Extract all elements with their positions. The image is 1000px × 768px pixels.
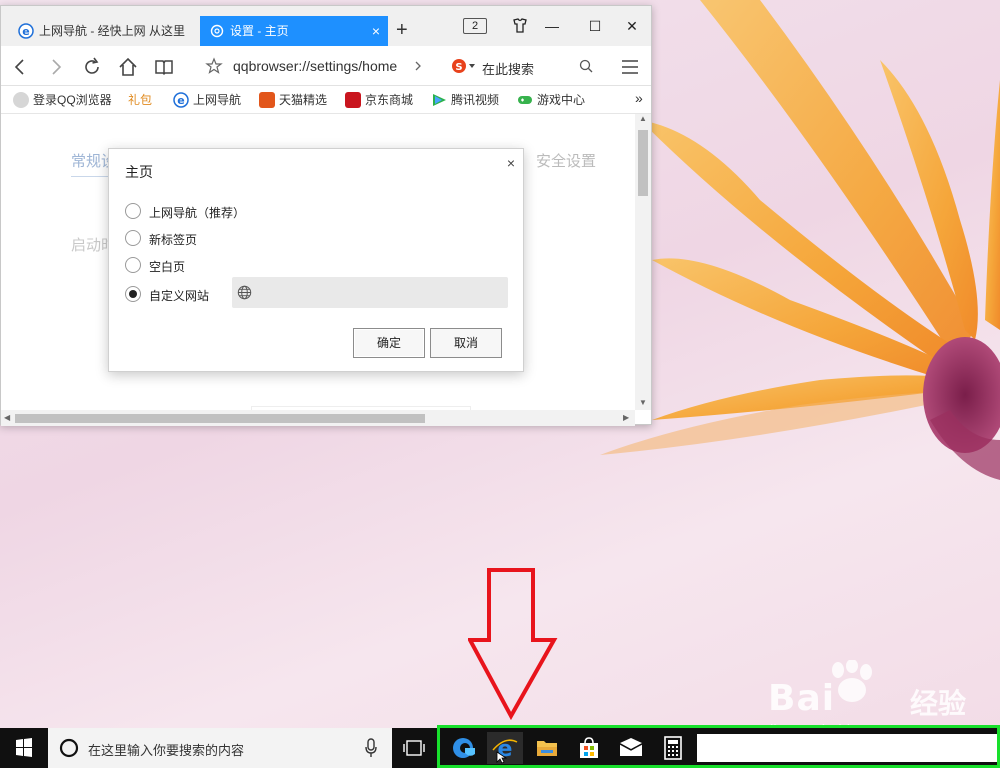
svg-text:e: e <box>22 25 29 38</box>
horizontal-scrollbar[interactable]: ◀ ▶ <box>1 410 635 426</box>
jd-icon <box>345 92 361 108</box>
ie-logo-icon: e <box>173 92 189 108</box>
homepage-dialog: 主页 × 上网导航（推荐） 新标签页 空白页 自定义网站 确定 取消 <box>108 148 524 372</box>
tab-security-settings[interactable]: 安全设置 <box>536 150 596 171</box>
star-icon[interactable] <box>205 57 223 75</box>
skin-icon[interactable] <box>509 16 531 36</box>
more-bookmarks-button[interactable]: » <box>615 90 643 106</box>
address-bar[interactable]: qqbrowser://settings/home <box>199 54 439 78</box>
chevron-right-icon[interactable] <box>413 60 423 72</box>
highlight-box <box>437 725 1000 768</box>
home-icon[interactable] <box>117 56 139 78</box>
radio-button[interactable] <box>125 230 141 246</box>
tab-close-icon[interactable]: × <box>372 16 380 46</box>
globe-icon <box>237 285 252 300</box>
task-view-icon[interactable] <box>400 736 428 760</box>
option-label: 新标签页 <box>149 233 198 247</box>
dialog-title: 主页 <box>125 164 153 180</box>
svg-text:e: e <box>177 94 184 107</box>
bookmarks-bar: 登录QQ浏览器 礼包 e 上网导航 天猫精选 京东商城 腾讯视频 游戏中心 » <box>1 86 651 114</box>
gamepad-icon <box>518 96 532 104</box>
annotation-arrow <box>468 568 558 720</box>
ie-logo-icon: e <box>18 23 34 39</box>
tab-settings[interactable]: 设置 - 主页 × <box>200 16 388 46</box>
radio-button[interactable] <box>125 257 141 273</box>
custom-url-input[interactable] <box>232 277 508 308</box>
taskbar-search-placeholder: 在这里输入你要搜索的内容 <box>88 743 245 758</box>
maximize-button[interactable]: ☐ <box>584 16 606 36</box>
avatar-icon <box>13 92 29 108</box>
url-text[interactable]: qqbrowser://settings/home <box>233 58 401 74</box>
tmall-icon <box>259 92 275 108</box>
new-tab-button[interactable]: + <box>396 20 408 40</box>
scroll-up-icon[interactable]: ▲ <box>639 114 647 123</box>
bookmark-tmall[interactable]: 天猫精选 <box>259 92 327 108</box>
scroll-right-icon[interactable]: ▶ <box>623 413 629 422</box>
radio-button[interactable] <box>125 203 141 219</box>
reading-mode-icon[interactable] <box>153 56 175 78</box>
search-placeholder: 在此搜索 <box>482 62 535 77</box>
bookmark-login[interactable]: 登录QQ浏览器 <box>13 92 112 108</box>
microphone-icon[interactable] <box>364 738 378 758</box>
refresh-icon[interactable] <box>81 56 103 78</box>
svg-text:S: S <box>455 62 462 73</box>
watermark-brand: Bai <box>768 678 836 719</box>
watermark-brand-cn: 经验 <box>910 688 967 719</box>
vertical-scrollbar[interactable]: ▲ ▼ <box>635 114 651 410</box>
bookmark-game-center[interactable]: 游戏中心 <box>517 92 585 108</box>
search-box[interactable]: S 在此搜索 <box>449 54 599 78</box>
bookmark-navigation[interactable]: e 上网导航 <box>173 92 241 108</box>
sogou-icon[interactable]: S <box>451 58 477 74</box>
play-icon <box>433 94 446 106</box>
scroll-down-icon[interactable]: ▼ <box>639 398 647 407</box>
cancel-button[interactable]: 取消 <box>430 328 502 358</box>
gear-icon <box>210 24 224 38</box>
windows-start-icon[interactable] <box>0 728 48 768</box>
taskbar-search[interactable]: 在这里输入你要搜索的内容 <box>48 728 392 768</box>
bookmark-gift[interactable]: 礼包 <box>108 92 152 108</box>
tab-label: 上网导航 - 经快上网 从这里 <box>39 24 185 38</box>
cortana-icon[interactable] <box>58 737 80 759</box>
scroll-thumb[interactable] <box>15 414 425 423</box>
scroll-thumb[interactable] <box>638 130 648 196</box>
bookmark-jd[interactable]: 京东商城 <box>345 92 413 108</box>
forward-icon[interactable] <box>45 56 67 78</box>
search-icon[interactable] <box>579 59 593 73</box>
radio-button-checked[interactable] <box>125 286 141 302</box>
ok-button[interactable]: 确定 <box>353 328 425 358</box>
tab-bar: e 上网导航 - 经快上网 从这里 设置 - 主页 × + 2 — ☐ ✕ <box>1 6 651 46</box>
close-button[interactable]: ✕ <box>621 16 643 36</box>
menu-icon[interactable] <box>619 56 641 78</box>
bookmark-tencent-video[interactable]: 腾讯视频 <box>431 92 499 108</box>
back-icon[interactable] <box>9 56 31 78</box>
option-label: 自定义网站 <box>149 289 210 303</box>
navigation-bar: qqbrowser://settings/home S 在此搜索 <box>1 46 651 86</box>
tab-navigation[interactable]: e 上网导航 - 经快上网 从这里 <box>9 16 197 46</box>
close-icon[interactable]: × <box>507 155 515 171</box>
option-label: 空白页 <box>149 260 186 274</box>
tab-count-badge[interactable]: 2 <box>463 18 487 34</box>
minimize-button[interactable]: — <box>541 16 563 36</box>
option-label: 上网导航（推荐） <box>149 206 246 220</box>
scroll-left-icon[interactable]: ◀ <box>4 413 10 422</box>
tab-label: 设置 - 主页 <box>230 24 289 38</box>
